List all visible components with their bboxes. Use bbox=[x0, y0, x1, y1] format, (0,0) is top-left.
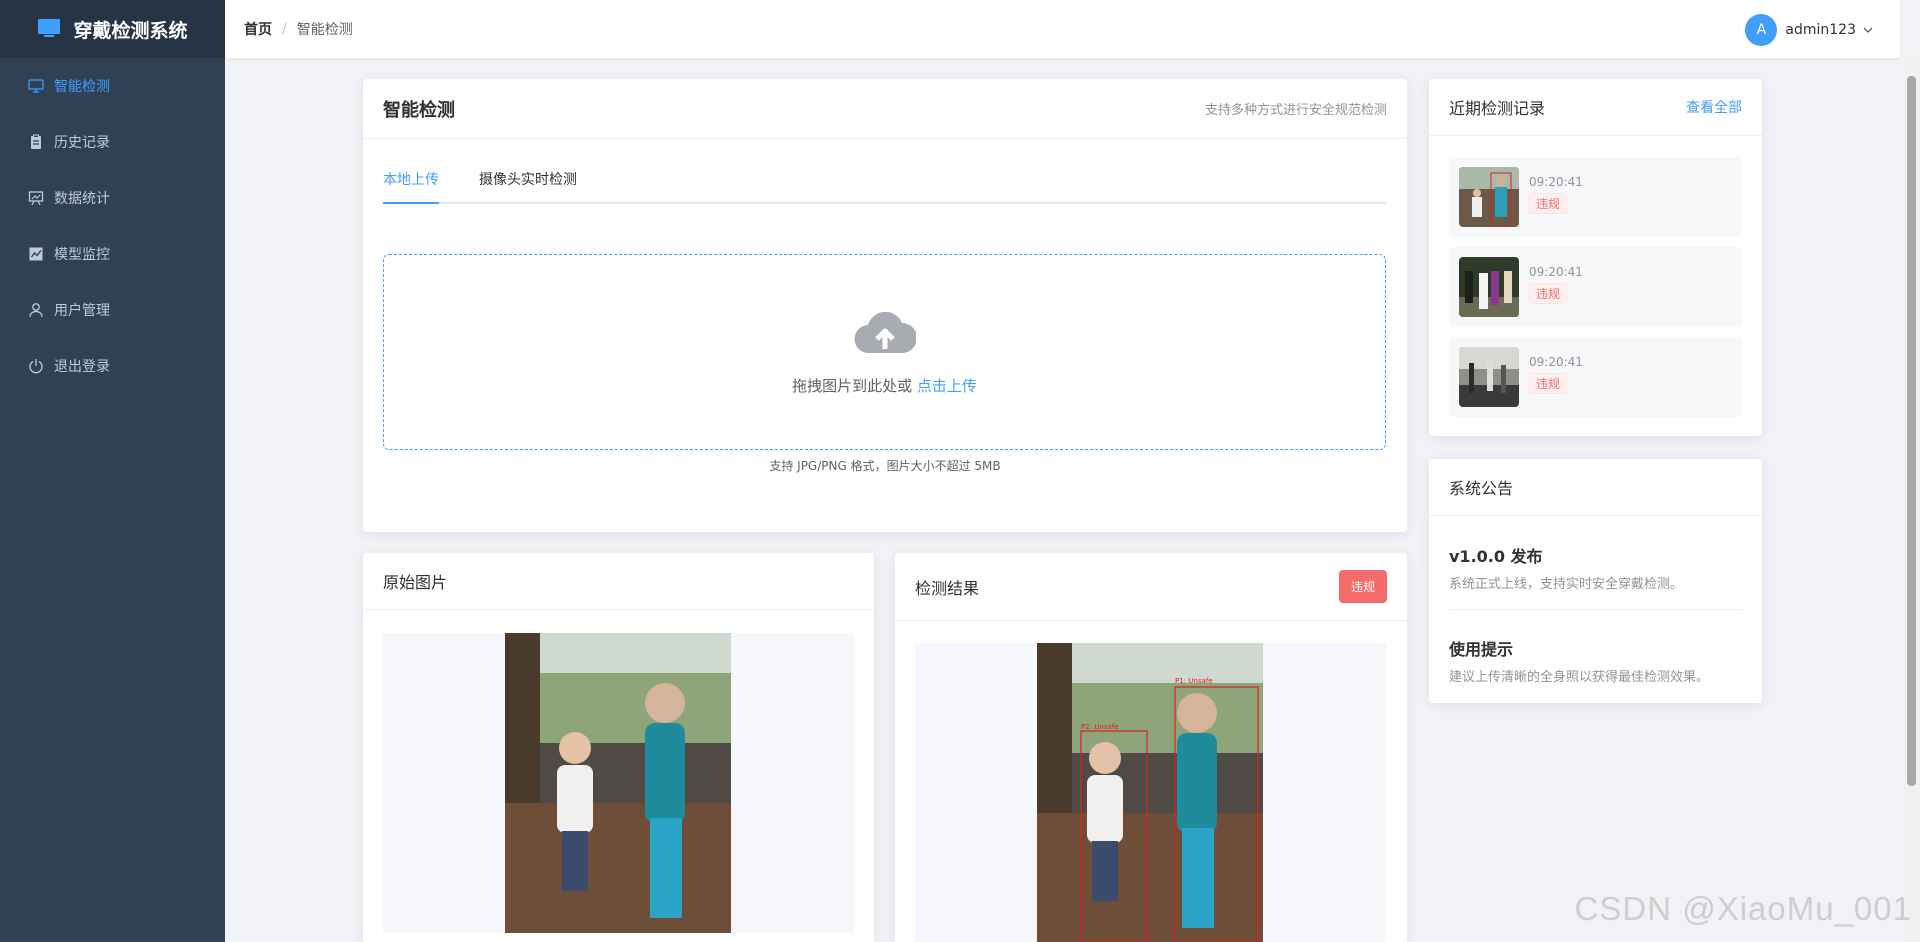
tab-camera-detect[interactable]: 摄像头实时检测 bbox=[479, 169, 577, 202]
detect-tabs: 本地上传 摄像头实时检测 bbox=[383, 169, 1386, 204]
breadcrumb-separator: / bbox=[282, 21, 287, 37]
notice-item-title: v1.0.0 发布 bbox=[1449, 547, 1543, 566]
power-icon bbox=[29, 359, 43, 374]
result-photo: P1: Unsafe P2: Unsafe bbox=[1037, 643, 1263, 942]
status-badge[interactable]: 违规 bbox=[1338, 570, 1387, 603]
detect-card: 智能检测 支持多种方式进行安全规范检测 本地上传 摄像头实时检测 拖拽图片到此处… bbox=[363, 79, 1407, 532]
sidebar-item-label: 智能检测 bbox=[54, 79, 110, 95]
notice-card-header: 系统公告 bbox=[1429, 459, 1762, 516]
sidebar-item-label: 模型监控 bbox=[54, 247, 110, 263]
record-time: 09:20:41 bbox=[1529, 355, 1583, 369]
top-header: 首页 / 智能检测 A admin123 bbox=[225, 0, 1900, 58]
page-scrollbar[interactable] bbox=[1903, 58, 1920, 942]
notice-item-desc: 建议上传清晰的全身照以获得最佳检测效果。 bbox=[1449, 670, 1710, 685]
record-thumbnail bbox=[1459, 167, 1519, 227]
detect-subtitle: 支持多种方式进行安全规范检测 bbox=[1204, 103, 1387, 118]
sidebar-item-label: 用户管理 bbox=[54, 303, 110, 319]
record-thumbnail bbox=[1459, 257, 1519, 317]
recent-records-card: 近期检测记录 查看全部 09:20:41 违规 09:20:41 违规 09:2… bbox=[1429, 79, 1762, 436]
detection-label-p2: P2: Unsafe bbox=[1081, 723, 1119, 731]
record-tag: 违规 bbox=[1529, 193, 1568, 214]
chevron-down-icon[interactable] bbox=[1862, 24, 1874, 36]
avatar[interactable]: A bbox=[1745, 14, 1778, 46]
record-time: 09:20:41 bbox=[1529, 175, 1583, 189]
divider bbox=[1449, 609, 1742, 610]
list-item[interactable]: 09:20:41 违规 bbox=[1449, 247, 1742, 327]
original-card-header: 原始图片 bbox=[363, 553, 874, 610]
user-menu[interactable]: A admin123 bbox=[1745, 14, 1874, 46]
app-title: 穿戴检测系统 bbox=[73, 19, 188, 42]
monitor-icon bbox=[28, 79, 44, 93]
view-all-link[interactable]: 查看全部 bbox=[1686, 97, 1742, 117]
sidebar-item-users[interactable]: 用户管理 bbox=[0, 282, 225, 338]
detection-label-p1: P1: Unsafe bbox=[1175, 677, 1213, 685]
result-card: 检测结果 违规 P1: Unsafe P2: Unsafe bbox=[895, 553, 1407, 942]
result-image-area: P1: Unsafe P2: Unsafe bbox=[915, 643, 1386, 942]
list-item[interactable]: 09:20:41 违规 bbox=[1449, 157, 1742, 237]
upload-hint: 拖拽图片到此处或 bbox=[792, 376, 913, 395]
upload-click-link[interactable]: 点击上传 bbox=[917, 377, 977, 395]
breadcrumb-home[interactable]: 首页 bbox=[244, 19, 272, 39]
notice-item: v1.0.0 发布 系统正式上线，支持实时安全穿戴检测。 bbox=[1449, 543, 1742, 592]
record-time: 09:20:41 bbox=[1529, 265, 1583, 279]
upload-text: 拖拽图片到此处或 点击上传 bbox=[792, 375, 977, 396]
notice-title: 系统公告 bbox=[1449, 479, 1514, 498]
breadcrumb-current: 智能检测 bbox=[296, 22, 353, 38]
line-chart-icon bbox=[29, 247, 43, 261]
sidebar-item-model-monitor[interactable]: 模型监控 bbox=[0, 226, 225, 282]
result-card-header: 检测结果 违规 bbox=[895, 553, 1407, 621]
record-tag: 违规 bbox=[1529, 373, 1568, 394]
record-tag: 违规 bbox=[1529, 283, 1568, 304]
user-icon bbox=[29, 303, 43, 318]
chart-board-icon bbox=[28, 191, 44, 206]
username[interactable]: admin123 bbox=[1785, 22, 1856, 38]
watermark: CSDN @XiaoMu_001 bbox=[1574, 890, 1912, 927]
app-logo: 穿戴检测系统 bbox=[0, 0, 225, 58]
result-title: 检测结果 bbox=[915, 578, 980, 598]
monitor-logo-icon bbox=[38, 19, 61, 37]
upload-dropzone[interactable]: 拖拽图片到此处或 点击上传 bbox=[383, 254, 1386, 450]
list-item[interactable]: 09:20:41 违规 bbox=[1449, 337, 1742, 417]
clipboard-icon bbox=[31, 134, 41, 149]
notice-item-desc: 系统正式上线，支持实时安全穿戴检测。 bbox=[1449, 577, 1684, 592]
recent-card-header: 近期检测记录 查看全部 bbox=[1429, 79, 1762, 136]
sidebar-item-label: 数据统计 bbox=[54, 191, 110, 207]
breadcrumb: 首页 / 智能检测 bbox=[244, 19, 353, 39]
record-thumbnail bbox=[1459, 347, 1519, 407]
sidebar: 穿戴检测系统 智能检测 历史记录 数据统计 模型监控 用户管理 退出登录 bbox=[0, 0, 225, 942]
sidebar-item-logout[interactable]: 退出登录 bbox=[0, 338, 225, 394]
sidebar-item-stats[interactable]: 数据统计 bbox=[0, 170, 225, 226]
system-notice-card: 系统公告 v1.0.0 发布 系统正式上线，支持实时安全穿戴检测。 使用提示 建… bbox=[1429, 459, 1762, 703]
scrollbar-thumb[interactable] bbox=[1907, 76, 1916, 786]
sidebar-item-history[interactable]: 历史记录 bbox=[0, 114, 225, 170]
notice-item: 使用提示 建议上传清晰的全身照以获得最佳检测效果。 bbox=[1449, 636, 1742, 685]
sidebar-item-label: 退出登录 bbox=[54, 359, 110, 375]
detect-title: 智能检测 bbox=[383, 99, 455, 121]
original-photo bbox=[505, 633, 731, 933]
tab-local-upload[interactable]: 本地上传 bbox=[383, 169, 439, 204]
sidebar-item-label: 历史记录 bbox=[54, 135, 110, 151]
cloud-upload-icon bbox=[854, 311, 916, 353]
upload-tip: 支持 JPG/PNG 格式，图片大小不超过 5MB bbox=[769, 459, 1001, 473]
sidebar-menu: 智能检测 历史记录 数据统计 模型监控 用户管理 退出登录 bbox=[0, 58, 225, 394]
original-title: 原始图片 bbox=[383, 573, 448, 592]
sidebar-item-detect[interactable]: 智能检测 bbox=[0, 58, 225, 114]
original-image-card: 原始图片 bbox=[363, 553, 874, 942]
original-image-area bbox=[383, 633, 854, 933]
recent-title: 近期检测记录 bbox=[1449, 99, 1546, 118]
notice-item-title: 使用提示 bbox=[1449, 640, 1514, 659]
detect-card-header: 智能检测 支持多种方式进行安全规范检测 bbox=[363, 79, 1407, 139]
